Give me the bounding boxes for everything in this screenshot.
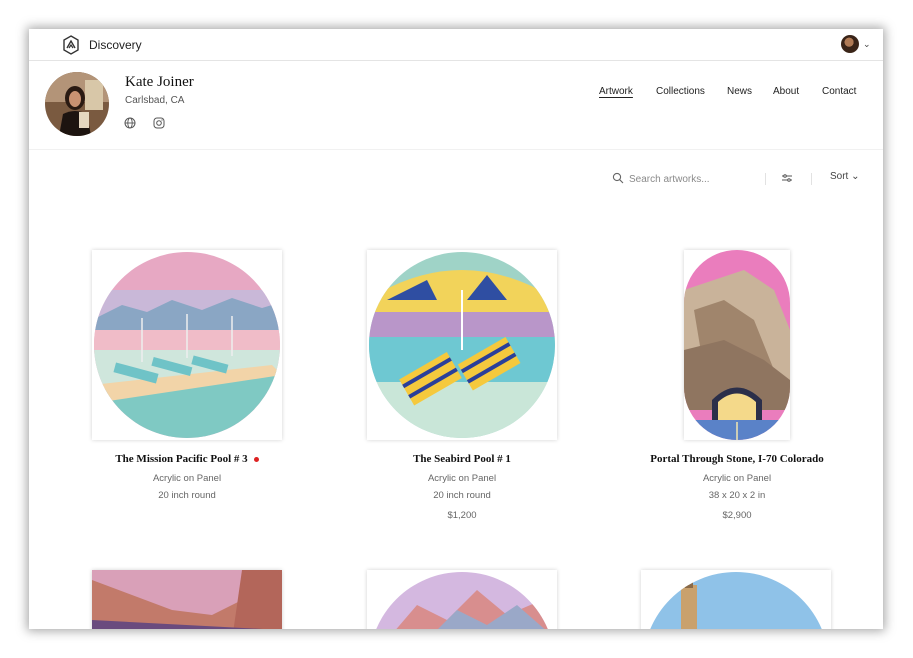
artwork-title: The Mission Pacific Pool # 3 xyxy=(67,453,307,465)
nav-collections[interactable]: Collections xyxy=(656,86,705,97)
brand-name[interactable]: Discovery xyxy=(89,38,142,52)
chevron-down-icon: ⌄ xyxy=(851,171,860,182)
artwork-card[interactable]: Portal Through Stone, I-70 Colorado Acry… xyxy=(617,453,857,521)
artwork-image[interactable] xyxy=(641,570,831,629)
divider xyxy=(811,173,812,185)
sort-dropdown[interactable]: Sort ⌄ xyxy=(830,171,860,182)
artwork-size: 20 inch round xyxy=(433,490,491,501)
artist-avatar xyxy=(45,72,109,136)
artwork-size: 20 inch round xyxy=(158,490,216,501)
artwork-thumbnail xyxy=(369,252,555,438)
artwork-price: $1,200 xyxy=(447,510,477,521)
nav-news[interactable]: News xyxy=(727,86,752,97)
search-input[interactable] xyxy=(627,169,761,189)
sort-label: Sort xyxy=(830,171,849,182)
avatar[interactable] xyxy=(841,35,859,53)
artist-location: Carlsbad, CA xyxy=(125,95,185,106)
nav-contact[interactable]: Contact xyxy=(822,86,856,97)
artwork-image[interactable] xyxy=(367,570,557,629)
artwork-medium: Acrylic on Panel xyxy=(152,473,222,484)
user-menu[interactable]: ⌄ xyxy=(841,34,871,54)
artwork-title: Portal Through Stone, I-70 Colorado xyxy=(650,453,824,465)
top-bar: Discovery ⌄ xyxy=(29,29,883,61)
toolbar: Sort ⌄ xyxy=(29,167,883,191)
artwork-thumbnail xyxy=(92,570,282,629)
divider xyxy=(765,173,766,185)
filter-icon[interactable] xyxy=(781,172,793,184)
artwork-image[interactable] xyxy=(92,250,282,440)
artwork-card[interactable]: The Mission Pacific Pool # 3 Acrylic on … xyxy=(67,453,307,501)
artwork-image[interactable] xyxy=(367,250,557,440)
search-icon xyxy=(612,172,624,184)
artwork-image[interactable] xyxy=(92,570,282,629)
instagram-icon[interactable] xyxy=(153,116,165,129)
artwork-title-text: The Mission Pacific Pool # 3 xyxy=(115,453,248,465)
artwork-medium: Acrylic on Panel xyxy=(702,473,772,484)
artwork-card[interactable]: The Seabird Pool # 1 Acrylic on Panel 20… xyxy=(342,453,582,521)
app-window: Discovery ⌄ Kate Joiner Carlsbad, CA Art… xyxy=(29,29,883,629)
artwork-price: $2,900 xyxy=(722,510,752,521)
nav-artwork[interactable]: Artwork xyxy=(599,86,633,97)
artwork-image[interactable] xyxy=(684,250,790,440)
artwork-thumbnail xyxy=(94,252,280,438)
artwork-medium: Acrylic on Panel xyxy=(427,473,497,484)
artwork-thumbnail xyxy=(369,572,555,629)
artwork-thumbnail xyxy=(643,572,829,629)
artwork-size: 38 x 20 x 2 in xyxy=(708,490,766,501)
artwork-title: The Seabird Pool # 1 xyxy=(413,453,511,465)
chevron-down-icon[interactable]: ⌄ xyxy=(863,39,871,50)
artist-profile-header: Kate Joiner Carlsbad, CA Artwork Collect… xyxy=(29,61,883,150)
nav-about[interactable]: About xyxy=(773,86,799,97)
globe-icon[interactable] xyxy=(124,116,136,129)
social-links xyxy=(124,116,165,129)
artist-name: Kate Joiner xyxy=(125,74,194,90)
sold-indicator-icon xyxy=(253,456,259,462)
artwork-thumbnail xyxy=(684,250,790,440)
discovery-logo-icon[interactable] xyxy=(62,35,80,55)
